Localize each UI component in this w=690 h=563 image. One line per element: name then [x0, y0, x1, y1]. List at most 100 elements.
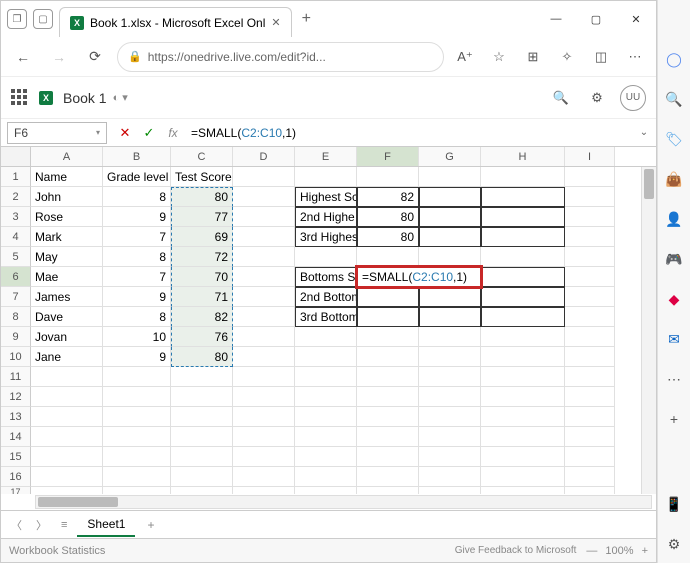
expand-formula-icon[interactable]: ⌄: [632, 127, 656, 138]
cell[interactable]: [233, 387, 295, 407]
cell[interactable]: [565, 487, 615, 494]
cell[interactable]: [233, 187, 295, 207]
row-header[interactable]: 12: [1, 387, 31, 407]
cell[interactable]: [233, 327, 295, 347]
add-sidebar-icon[interactable]: +: [665, 410, 683, 428]
extension-puzzle-icon[interactable]: ⊞: [520, 44, 546, 70]
cell[interactable]: Jovan: [31, 327, 103, 347]
cell[interactable]: 77: [171, 207, 233, 227]
cell[interactable]: 80: [171, 347, 233, 367]
confirm-formula-button[interactable]: ✓: [137, 125, 161, 141]
cell[interactable]: [481, 487, 565, 494]
cell[interactable]: [419, 387, 481, 407]
add-sheet-button[interactable]: +: [141, 518, 160, 532]
cell[interactable]: [233, 427, 295, 447]
outlook-icon[interactable]: ✉: [665, 330, 683, 348]
col-header[interactable]: F: [357, 147, 419, 166]
active-cell[interactable]: =SMALL(C2:C10,1): [357, 267, 481, 287]
cell[interactable]: [103, 367, 171, 387]
cell[interactable]: [357, 447, 419, 467]
cell[interactable]: [419, 467, 481, 487]
cell[interactable]: 2nd Highe: [295, 207, 357, 227]
cell[interactable]: [565, 267, 615, 287]
menu-icon[interactable]: ⋯: [622, 44, 648, 70]
row-header[interactable]: 10: [1, 347, 31, 367]
cell[interactable]: [295, 347, 357, 367]
row-header[interactable]: 5: [1, 247, 31, 267]
search-icon[interactable]: 🔍: [548, 85, 574, 111]
cell[interactable]: [419, 367, 481, 387]
cell[interactable]: 10: [103, 327, 171, 347]
col-header[interactable]: H: [481, 147, 565, 166]
cell[interactable]: [357, 327, 419, 347]
collections-icon[interactable]: ✧: [554, 44, 580, 70]
cell[interactable]: [233, 487, 295, 494]
cell[interactable]: [295, 367, 357, 387]
cell[interactable]: 69: [171, 227, 233, 247]
cell[interactable]: [481, 327, 565, 347]
row-header[interactable]: 9: [1, 327, 31, 347]
cell[interactable]: [565, 407, 615, 427]
cell[interactable]: [295, 327, 357, 347]
cell[interactable]: [357, 307, 419, 327]
cell[interactable]: [31, 447, 103, 467]
horizontal-scrollbar[interactable]: [35, 495, 652, 509]
cell[interactable]: [357, 407, 419, 427]
cell[interactable]: 3rd Highes: [295, 227, 357, 247]
cell[interactable]: [31, 407, 103, 427]
cell[interactable]: [31, 427, 103, 447]
tab-overview-icon[interactable]: ▢: [33, 9, 53, 29]
split-screen-icon[interactable]: ◫: [588, 44, 614, 70]
cell[interactable]: 8: [103, 187, 171, 207]
cell[interactable]: 80: [357, 227, 419, 247]
cell[interactable]: Dave: [31, 307, 103, 327]
cell[interactable]: [171, 487, 233, 494]
row-header[interactable]: 6: [1, 267, 31, 287]
cell[interactable]: [103, 387, 171, 407]
cell[interactable]: [419, 347, 481, 367]
cell[interactable]: Grade level: [103, 167, 171, 187]
zoom-out-button[interactable]: —: [586, 545, 597, 557]
col-header[interactable]: B: [103, 147, 171, 166]
cell[interactable]: [233, 267, 295, 287]
cell[interactable]: [295, 387, 357, 407]
cell[interactable]: [565, 327, 615, 347]
cell[interactable]: 82: [171, 307, 233, 327]
cell[interactable]: [233, 447, 295, 467]
cell[interactable]: [565, 187, 615, 207]
cell[interactable]: [481, 187, 565, 207]
cell[interactable]: [171, 387, 233, 407]
cell[interactable]: [31, 467, 103, 487]
cell[interactable]: [233, 347, 295, 367]
select-all-corner[interactable]: [1, 147, 31, 166]
cell[interactable]: 3rd Bottom: [295, 307, 357, 327]
refresh-button[interactable]: ⟳: [81, 43, 109, 71]
cell[interactable]: 9: [103, 207, 171, 227]
cell[interactable]: Mae: [31, 267, 103, 287]
cell[interactable]: [481, 287, 565, 307]
cell[interactable]: [419, 247, 481, 267]
url-input[interactable]: 🔒 https://onedrive.live.com/edit?id...: [117, 42, 444, 72]
cell[interactable]: [295, 407, 357, 427]
cell[interactable]: [357, 287, 419, 307]
row-header[interactable]: 2: [1, 187, 31, 207]
favorite-icon[interactable]: ☆: [486, 44, 512, 70]
app-launcher-icon[interactable]: [11, 89, 29, 107]
cell[interactable]: [233, 407, 295, 427]
cell[interactable]: [419, 187, 481, 207]
close-icon[interactable]: ✕: [271, 16, 280, 29]
cell[interactable]: [171, 447, 233, 467]
workbook-statistics-label[interactable]: Workbook Statistics: [9, 545, 105, 557]
cell[interactable]: 8: [103, 307, 171, 327]
cell[interactable]: [357, 387, 419, 407]
cell[interactable]: [481, 247, 565, 267]
cell[interactable]: Name: [31, 167, 103, 187]
fx-button[interactable]: fx: [161, 126, 185, 140]
cell[interactable]: [565, 307, 615, 327]
office-icon[interactable]: ◆: [665, 290, 683, 308]
col-header[interactable]: C: [171, 147, 233, 166]
row-header[interactable]: 8: [1, 307, 31, 327]
maximize-button[interactable]: ▢: [576, 1, 616, 37]
cell[interactable]: [103, 407, 171, 427]
cell[interactable]: May: [31, 247, 103, 267]
